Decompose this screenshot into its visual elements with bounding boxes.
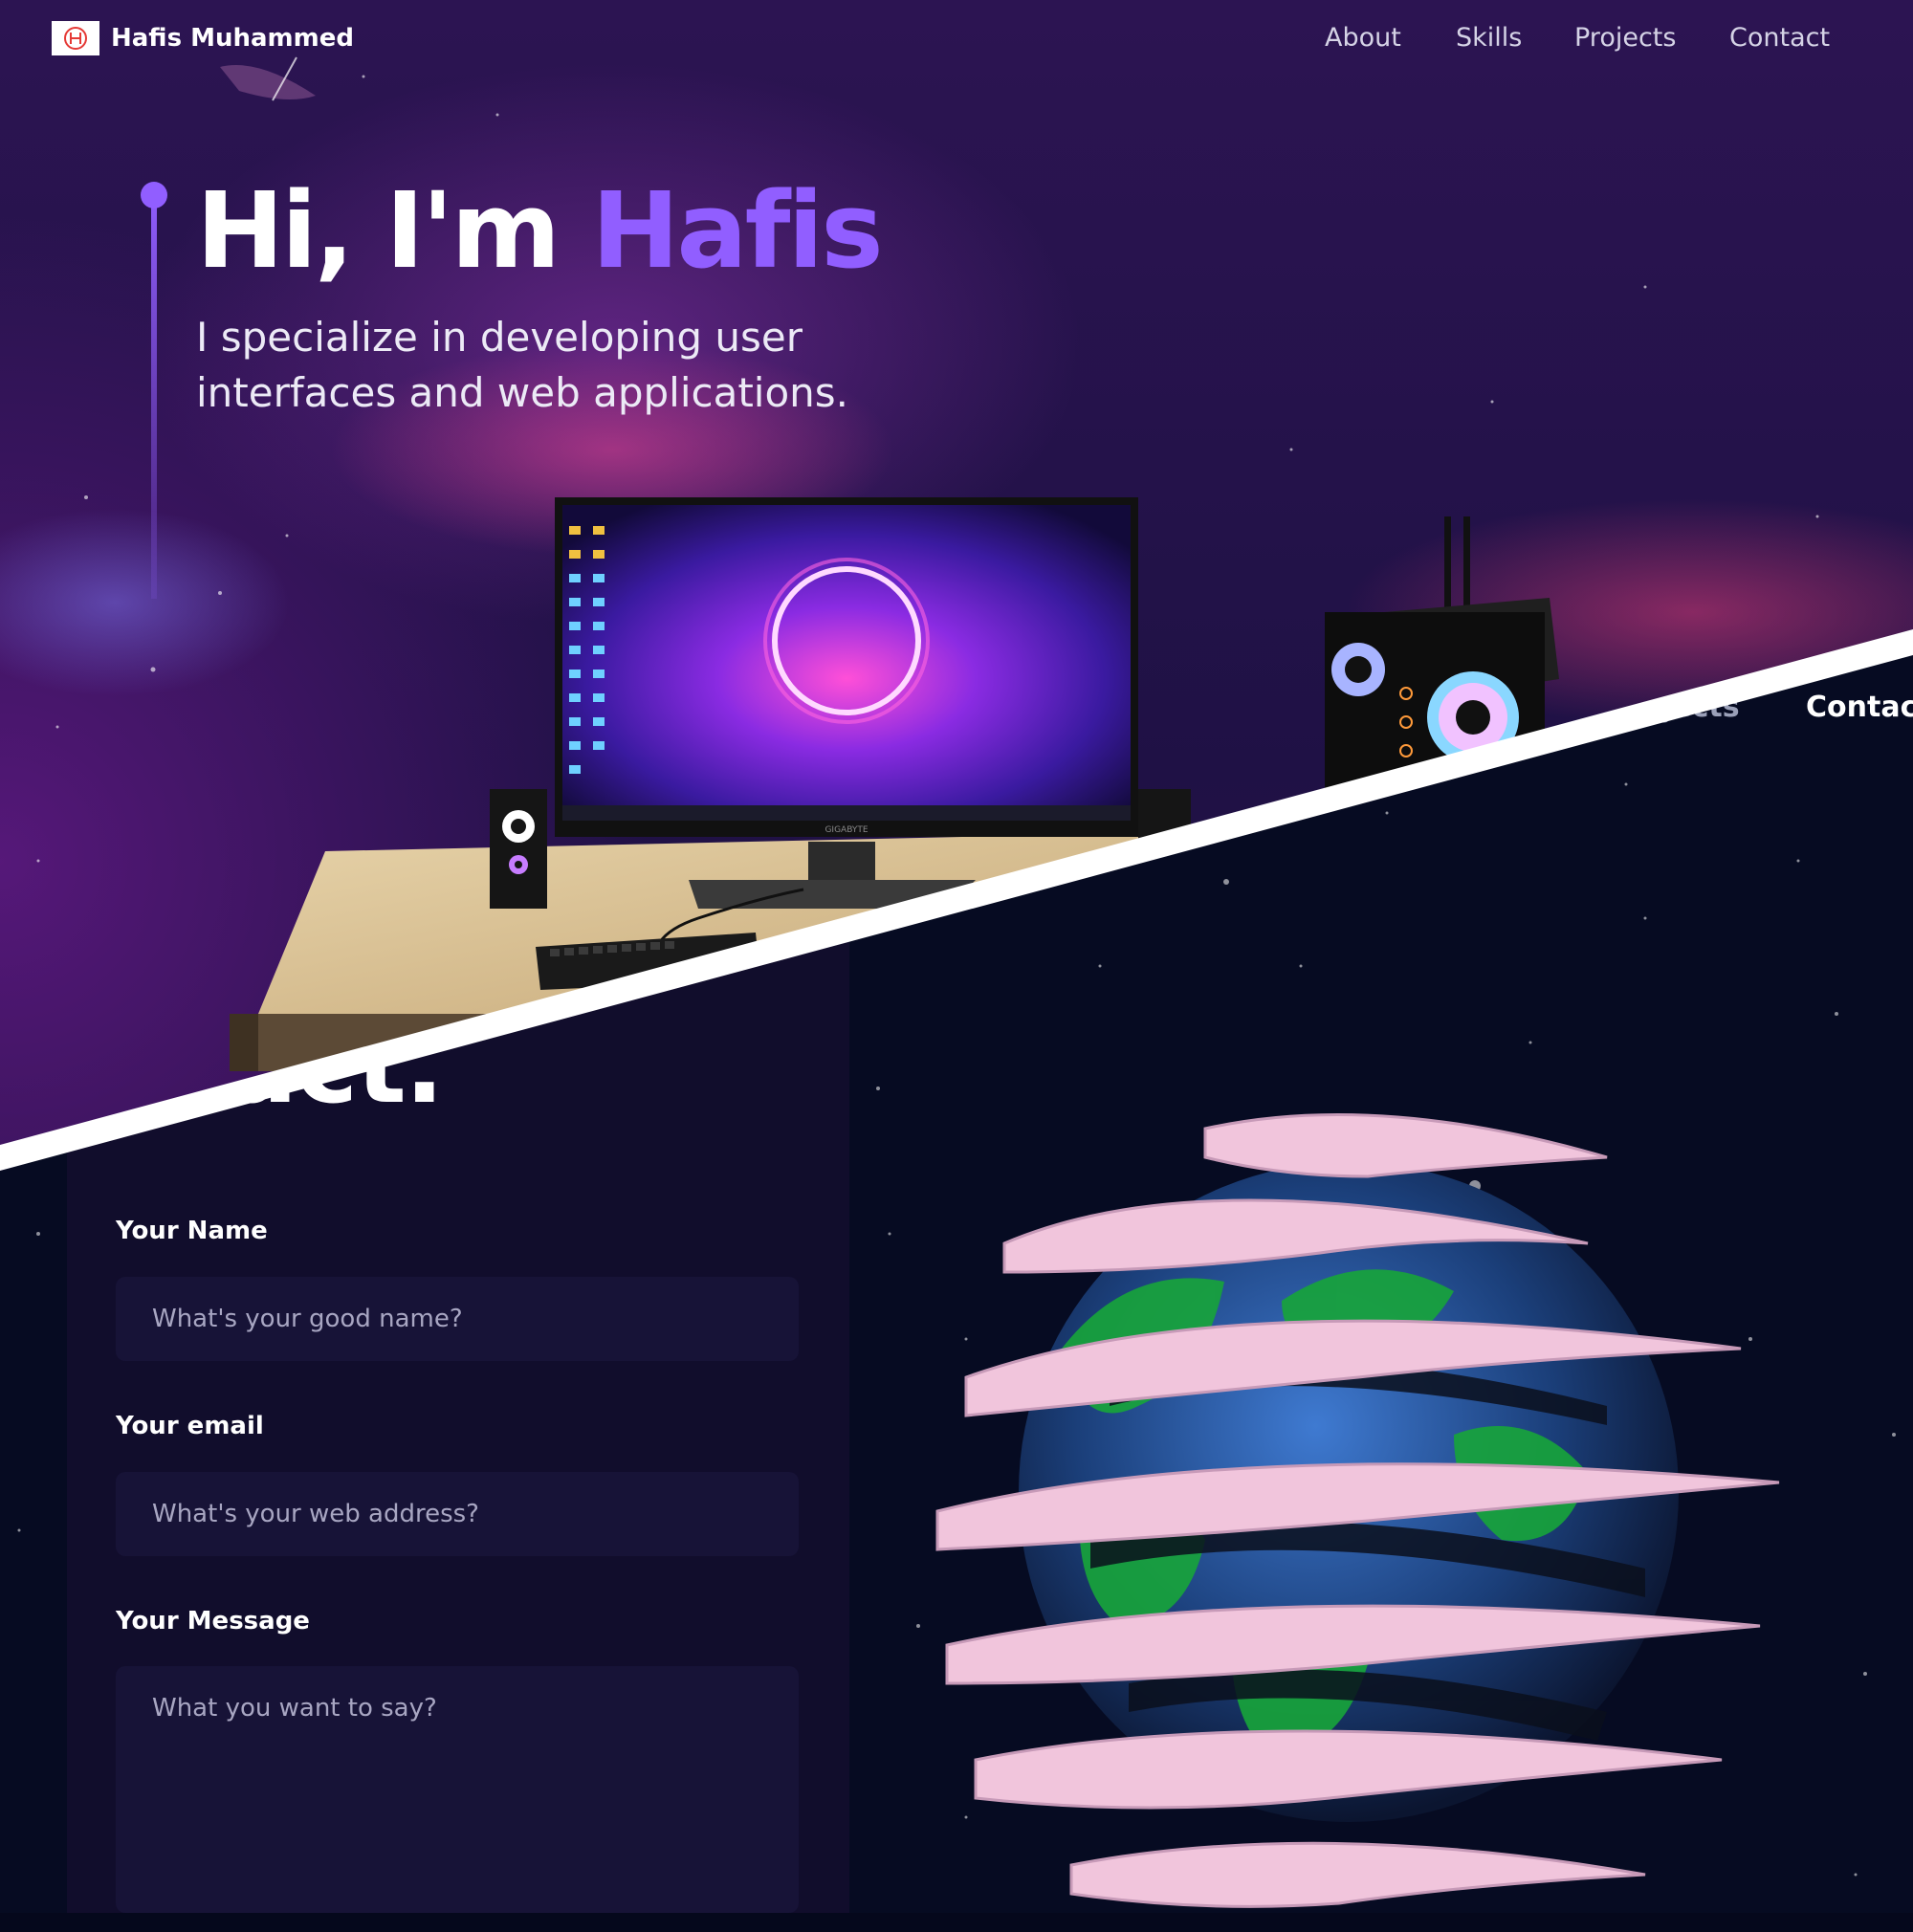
hero-accent-dot	[141, 182, 167, 209]
monitor-brand-label: GIGABYTE	[825, 825, 868, 835]
nav-link-about[interactable]: About	[1325, 21, 1401, 55]
email-input[interactable]: What's your web address?	[116, 1472, 799, 1556]
nav-link-projects[interactable]: Projects	[1574, 21, 1676, 55]
logo-badge[interactable]	[52, 21, 99, 55]
hero-accent-line	[151, 187, 157, 599]
hero-name-highlight: Hafis	[591, 169, 883, 292]
message-label: Your Message	[116, 1607, 310, 1636]
message-textarea[interactable]: What you want to say?	[116, 1666, 799, 1913]
H-monogram-icon	[64, 27, 87, 50]
hero-greeting: Hi, I'm	[196, 169, 592, 292]
nav-link-contact-active[interactable]: Contact	[1806, 691, 1913, 724]
name-label: Your Name	[116, 1217, 268, 1245]
nav-link-contact[interactable]: Contact	[1729, 21, 1830, 55]
hero-subtitle: I specialize in developing user interfac…	[196, 314, 849, 416]
earth-3d-model[interactable]	[918, 1090, 1798, 1932]
email-label: Your email	[116, 1412, 264, 1440]
nav-link-skills[interactable]: Skills	[1456, 21, 1522, 55]
logo-name[interactable]: Hafis Muhammed	[111, 21, 354, 55]
hero-title: Hi, I'm Hafis	[196, 168, 884, 293]
name-input[interactable]: What's your good name?	[116, 1277, 799, 1361]
